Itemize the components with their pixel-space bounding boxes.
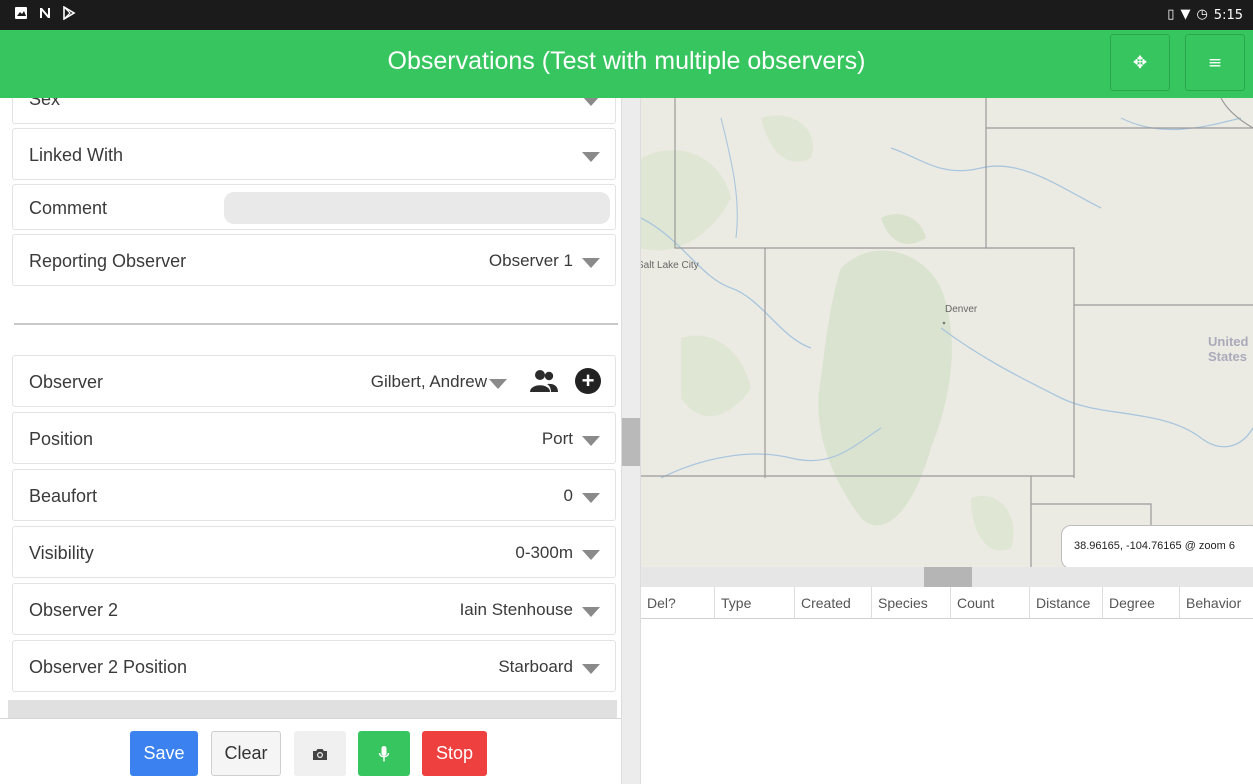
move-button[interactable]: ✥ — [1110, 34, 1170, 91]
observer2-field[interactable]: Observer 2 Iain Stenhouse — [12, 583, 616, 635]
map-coordinates: 38.96165, -104.76165 @ zoom 6 — [1061, 525, 1253, 567]
comment-field: Comment — [12, 184, 616, 230]
form-footer-spacer — [8, 700, 617, 718]
position-field[interactable]: Position Port — [12, 412, 616, 464]
reporting-observer-label: Reporting Observer — [29, 251, 187, 271]
observer2-value: Iain Stenhouse — [459, 600, 573, 619]
chevron-down-icon — [582, 607, 600, 617]
microphone-button[interactable] — [358, 731, 410, 776]
chevron-down-icon — [582, 436, 600, 446]
map-label-united-states: United States — [1208, 334, 1249, 364]
column-header-count[interactable]: Count — [951, 587, 1030, 619]
chevron-down-icon — [582, 152, 600, 162]
menu-icon: ≡ — [1207, 52, 1223, 73]
stop-button[interactable]: Stop — [422, 731, 487, 776]
chevron-down-icon — [489, 379, 507, 389]
observer-label: Observer — [29, 372, 104, 392]
observer2-label: Observer 2 — [29, 600, 119, 620]
people-icon[interactable] — [529, 368, 559, 394]
column-header-created[interactable]: Created — [795, 587, 872, 619]
status-bar: ▯ ▼ ◷ 5:15 — [0, 0, 1253, 30]
linked-with-field[interactable]: Linked With — [12, 128, 616, 180]
position-label: Position — [29, 429, 94, 449]
image-icon — [15, 7, 27, 19]
play-store-icon — [63, 6, 76, 20]
map-view[interactable]: Salt Lake City Denver United States 38.9… — [641, 98, 1253, 567]
observer-field[interactable]: Observer Gilbert, Andrew + — [12, 355, 616, 407]
move-icon: ✥ — [1132, 52, 1148, 73]
splitter-handle[interactable] — [622, 418, 640, 466]
add-observer-icon[interactable]: + — [575, 368, 601, 394]
vibrate-icon: ▯ — [1167, 7, 1175, 22]
sex-label: Sex — [29, 98, 61, 109]
camera-icon — [313, 748, 327, 760]
map-table-splitter[interactable] — [641, 567, 1253, 587]
menu-button[interactable]: ≡ — [1185, 34, 1245, 91]
column-header-degree[interactable]: Degree — [1103, 587, 1180, 619]
chevron-down-icon — [582, 550, 600, 560]
map-label-denver: Denver — [945, 304, 978, 315]
column-header-behavior[interactable]: Behavior — [1180, 587, 1253, 619]
beaufort-label: Beaufort — [29, 486, 98, 506]
observer-value: Gilbert, Andrew — [370, 372, 487, 391]
beaufort-field[interactable]: Beaufort 0 — [12, 469, 616, 521]
observations-table: Del? Type Created Species Count Distance… — [641, 587, 1253, 784]
reporting-observer-value: Observer 1 — [488, 251, 573, 270]
alarm-icon: ◷ — [1196, 7, 1208, 22]
action-bar: Save Clear Stop — [0, 718, 621, 784]
panel-splitter[interactable] — [621, 98, 641, 784]
position-value: Port — [541, 429, 573, 448]
camera-button[interactable] — [294, 731, 346, 776]
visibility-field[interactable]: Visibility 0-300m — [12, 526, 616, 578]
chevron-down-icon — [582, 664, 600, 674]
section-divider — [14, 323, 618, 325]
observer2-position-value: Starboard — [498, 657, 573, 676]
observation-form: Sex Linked With Comment Reporting Observ… — [0, 98, 621, 784]
chevron-down-icon — [582, 493, 600, 503]
chevron-down-icon — [582, 258, 600, 268]
column-header-type[interactable]: Type — [715, 587, 795, 619]
observer2-position-label: Observer 2 Position — [29, 657, 188, 677]
status-time: 5:15 — [1213, 7, 1243, 23]
sex-field[interactable]: Sex — [12, 98, 616, 124]
visibility-value: 0-300m — [515, 543, 573, 562]
visibility-label: Visibility — [29, 543, 94, 563]
wifi-icon: ▼ — [1180, 7, 1191, 22]
column-header-distance[interactable]: Distance — [1030, 587, 1103, 619]
beaufort-value: 0 — [563, 486, 573, 505]
comment-input[interactable] — [224, 192, 610, 224]
column-header-del[interactable]: Del? — [641, 587, 715, 619]
clear-button[interactable]: Clear — [211, 731, 281, 776]
save-button[interactable]: Save — [130, 731, 198, 776]
reporting-observer-field[interactable]: Reporting Observer Observer 1 — [12, 234, 616, 286]
n-icon — [40, 8, 50, 18]
microphone-icon — [378, 745, 390, 761]
chevron-down-icon — [582, 98, 600, 106]
page-title: Observations (Test with multiple observe… — [387, 47, 866, 75]
map-label-salt-lake-city: Salt Lake City — [641, 260, 699, 271]
comment-label: Comment — [29, 198, 108, 218]
observer2-position-field[interactable]: Observer 2 Position Starboard — [12, 640, 616, 692]
splitter-handle[interactable] — [924, 567, 972, 587]
linked-with-label: Linked With — [29, 145, 124, 165]
app-bar: Observations (Test with multiple observe… — [0, 30, 1253, 98]
column-header-species[interactable]: Species — [872, 587, 951, 619]
table-header: Del? Type Created Species Count Distance… — [641, 587, 1253, 619]
